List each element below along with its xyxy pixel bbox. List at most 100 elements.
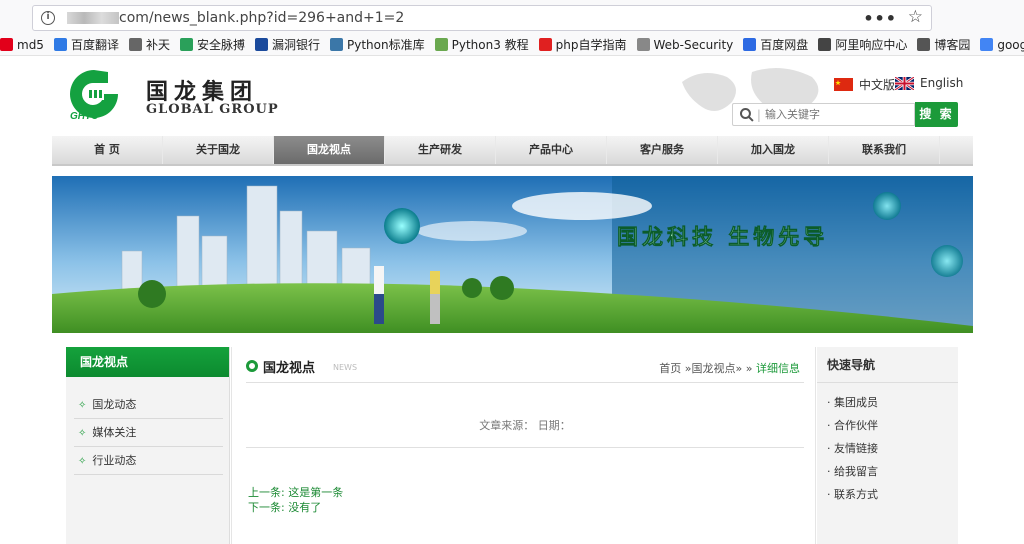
bookmark-item[interactable]: 漏洞银行	[255, 36, 320, 53]
article-header: 国龙视点 NEWS 首页 »国龙视点» » 详细信息	[246, 355, 804, 383]
logo-english: GLOBAL GROUP	[146, 102, 279, 117]
lang-english-label: English	[920, 76, 964, 90]
nav-item[interactable]: 国龙视点	[274, 136, 385, 164]
bookmark-item[interactable]: Python3 教程	[434, 36, 529, 53]
bookmark-item[interactable]: 阿里响应中心	[818, 36, 907, 53]
left-sidebar-item-label: 行业动态	[92, 454, 137, 467]
breadcrumb-home[interactable]: 首页	[659, 362, 681, 375]
nav-item[interactable]: 首 页	[52, 136, 163, 164]
nav-item[interactable]: 客户服务	[607, 136, 718, 164]
quick-nav-item[interactable]: · 集团成员	[827, 391, 958, 414]
bookmark-label: Web-Security	[653, 37, 734, 52]
bookmark-label: 补天	[145, 38, 170, 52]
bookmark-star-icon[interactable]: ☆	[908, 7, 923, 27]
nav-item[interactable]: 生产研发	[385, 136, 496, 164]
bookmark-item[interactable]: 百度网盘	[743, 36, 808, 53]
pin-icon	[636, 38, 650, 51]
breadcrumb-section[interactable]: »国龙视点»	[685, 362, 742, 375]
left-sidebar-item-label: 国龙动态	[92, 398, 137, 411]
next-article-link[interactable]: 下一条: 没有了	[248, 500, 343, 515]
bookmark-label: 博客园	[934, 38, 971, 52]
prev-article-link[interactable]: 上一条: 这是第一条	[248, 485, 343, 500]
article-section-title: 国龙视点	[263, 361, 316, 376]
article-meta: 文章来源： 日期：	[246, 417, 804, 448]
bookmark-item[interactable]: php自学指南	[538, 36, 627, 53]
article-panel: 国龙视点 NEWS 首页 »国龙视点» » 详细信息 文章来源： 日期： 上一条…	[231, 347, 816, 544]
nav-item[interactable]: 产品中心	[496, 136, 607, 164]
nav-item[interactable]: 关于国龙	[163, 136, 274, 164]
cnblogs-icon	[917, 38, 931, 51]
google-icon	[980, 38, 994, 51]
quick-nav-panel: 快速导航 · 集团成员 · 合作伙伴 · 友情链接 · 给我留言 · 联系方式	[817, 347, 958, 544]
left-sidebar-item[interactable]: ✧ 国龙动态	[74, 391, 223, 419]
site-info-icon[interactable]: i	[41, 11, 55, 25]
bookmark-label: 百度翻译	[70, 38, 119, 52]
bookmark-item[interactable]: Web-Security	[636, 37, 734, 52]
article-prev-next: 上一条: 这是第一条 下一条: 没有了	[248, 485, 343, 515]
ghtc-logo-icon[interactable]: GHTC	[64, 68, 124, 120]
baidu-translate-icon	[53, 38, 67, 51]
bookmark-label: php自学指南	[555, 38, 627, 52]
quick-nav-title: 快速导航	[817, 347, 958, 383]
site-search-box: |	[732, 103, 915, 126]
bookmark-label: 安全脉搏	[196, 38, 245, 52]
search-button[interactable]: 搜 索	[915, 102, 958, 127]
section-bullet-icon	[246, 360, 258, 372]
sparkle-bullet-icon: ✧	[78, 428, 87, 439]
search-divider: |	[756, 107, 761, 122]
nav-item[interactable]: 联系我们	[829, 136, 940, 164]
bookmark-label: Python标准库	[347, 38, 425, 52]
bookmark-label: md5	[17, 37, 44, 52]
bookmark-item[interactable]: Python标准库	[330, 36, 425, 53]
bookmark-item[interactable]: 安全脉搏	[179, 36, 245, 53]
breadcrumb: 首页 »国龙视点» » 详细信息	[659, 360, 800, 376]
quick-nav-item[interactable]: · 给我留言	[827, 460, 958, 483]
lang-chinese-label: 中文版	[859, 78, 896, 92]
bookmark-item[interactable]: 百度翻译	[53, 36, 119, 53]
article-section-subtitle: NEWS	[333, 363, 358, 372]
sparkle-bullet-icon: ✧	[78, 400, 87, 411]
hero-banner: 国龙科技 生物先导	[52, 176, 973, 333]
browser-toolbar: i com/news_blank.php?id=296+and+1=2 ••• …	[0, 0, 1024, 34]
bookmark-item[interactable]: 博客园	[917, 36, 970, 53]
china-flag-icon	[834, 78, 853, 91]
bookmark-item[interactable]: google.c	[980, 38, 1024, 52]
md5-icon	[0, 38, 13, 51]
address-bar[interactable]: i com/news_blank.php?id=296+and+1=2 ••• …	[32, 5, 932, 31]
globe-icon	[818, 38, 832, 51]
search-icon	[739, 107, 754, 122]
left-sidebar-title: 国龙视点	[66, 347, 229, 377]
quick-nav-item[interactable]: · 联系方式	[827, 483, 958, 506]
quick-nav-item[interactable]: · 友情链接	[827, 437, 958, 460]
bookmarks-toolbar: md5 百度翻译 补天 安全脉搏 漏洞银行 Python标准库 Python3 教程 php自…	[0, 34, 1024, 56]
breadcrumb-current: 详细信息	[756, 362, 800, 375]
left-sidebar-item[interactable]: ✧ 媒体关注	[74, 419, 223, 447]
left-sidebar-item-label: 媒体关注	[92, 426, 137, 439]
nav-item[interactable]: 加入国龙	[718, 136, 829, 164]
bookmark-label: 百度网盘	[760, 38, 809, 52]
python-icon	[330, 38, 344, 51]
lang-english-link[interactable]: English	[895, 76, 963, 90]
quick-nav-item[interactable]: · 合作伙伴	[827, 414, 958, 437]
left-sidebar-list: ✧ 国龙动态 ✧ 媒体关注 ✧ 行业动态	[66, 377, 229, 475]
left-sidebar-item[interactable]: ✧ 行业动态	[74, 447, 223, 475]
bookmark-item[interactable]: 补天	[128, 36, 170, 53]
logo-mark-text: GHTC	[70, 111, 99, 120]
banner-slogan: 国龙科技 生物先导	[617, 225, 828, 249]
breadcrumb-separator: »	[745, 362, 753, 375]
bookmark-item[interactable]: md5	[0, 38, 44, 52]
bookmark-label: google.c	[997, 37, 1024, 52]
bookmark-label: Python3 教程	[451, 38, 529, 52]
bugbank-icon	[255, 38, 268, 51]
lang-chinese-link[interactable]: 中文版	[834, 76, 895, 93]
shield-icon	[179, 38, 193, 51]
website: GHTC 国龙集团 GLOBAL GROUP 中文版 English | 搜 索…	[0, 56, 1024, 544]
page-actions-menu-icon[interactable]: •••	[863, 9, 897, 28]
runoob-icon	[434, 38, 448, 51]
search-input[interactable]	[764, 108, 914, 121]
url-text[interactable]: com/news_blank.php?id=296+and+1=2	[119, 10, 404, 26]
php-icon	[538, 38, 552, 51]
bookmark-label: 阿里响应中心	[835, 38, 908, 52]
baidu-pan-icon	[743, 38, 757, 51]
butian-icon	[128, 38, 142, 51]
